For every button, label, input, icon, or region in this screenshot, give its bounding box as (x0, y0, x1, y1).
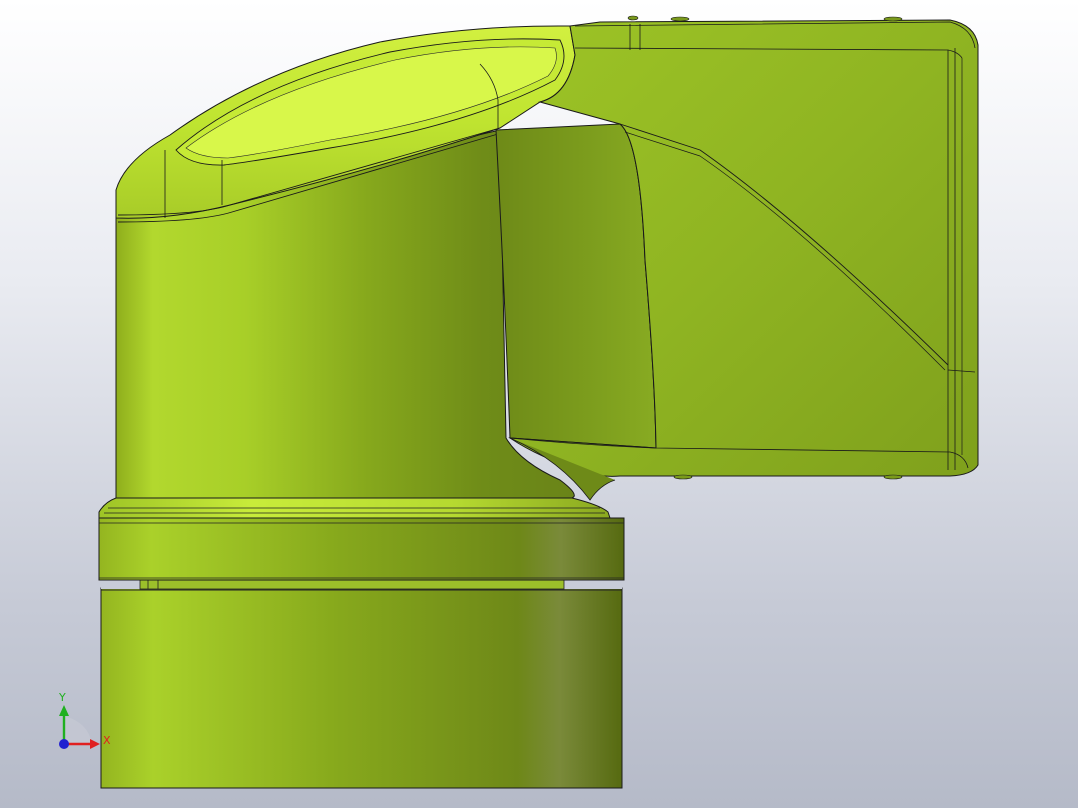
z-axis-origin (59, 739, 69, 749)
x-axis-label: X (103, 734, 111, 747)
shoulder-lip (98, 497, 611, 519)
base-cylinder (100, 587, 623, 789)
x-axis-arrow (90, 739, 100, 749)
side-transition-face (495, 123, 661, 449)
y-axis-arrow (59, 705, 69, 716)
cad-model-canvas[interactable]: X Y (0, 0, 1078, 808)
middle-ring (98, 517, 625, 581)
y-axis-label: Y (58, 691, 66, 704)
triad-shade (64, 716, 92, 744)
graphics-viewport[interactable]: X Y (0, 0, 1078, 808)
